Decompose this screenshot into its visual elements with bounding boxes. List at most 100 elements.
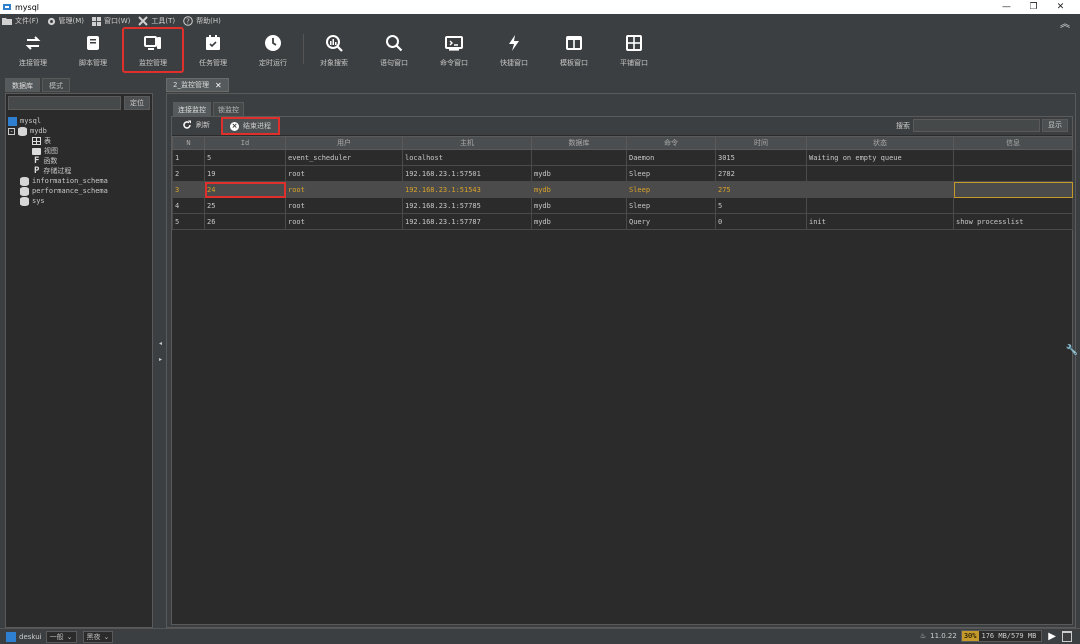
menu-help[interactable]: ? 帮助(H) — [183, 16, 221, 26]
toolbar-button-terminal[interactable]: 命令窗口 — [424, 28, 484, 72]
column-header[interactable]: 时间 — [715, 136, 807, 150]
column-header[interactable]: 命令 — [626, 136, 716, 150]
table-cell: mydb — [531, 197, 627, 214]
column-header[interactable]: 状态 — [806, 136, 954, 150]
menu-manage[interactable]: 管理(M) — [47, 16, 84, 26]
show-button[interactable]: 显示 — [1042, 119, 1068, 132]
table-cell: 192.168.23.1:51543 — [402, 181, 532, 198]
table-row[interactable]: 2 19 root 192.168.23.1:57501 mydb Sleep 2782 — [172, 165, 1073, 182]
table-cell: Sleep — [626, 197, 716, 214]
toolbar-button-template[interactable]: 模板窗口 — [544, 28, 604, 72]
toolbar-button-label: 任务管理 — [199, 59, 227, 67]
table-cell: 4 — [172, 197, 205, 214]
column-header[interactable]: Id — [204, 136, 286, 150]
tree-node-mysql[interactable]: mysql — [8, 116, 41, 126]
window-title: mysql — [15, 2, 39, 12]
search-db-icon — [325, 34, 343, 52]
toolbar-button-label: 平铺窗口 — [620, 59, 648, 67]
main-panel: 2_监控管理 ✕ 连接监控 锁监控 刷新 × 结束进程 搜索 显示 N Id 用… — [166, 78, 1076, 628]
search-input[interactable] — [913, 119, 1040, 132]
tab-database[interactable]: 数据库 — [5, 78, 40, 92]
toolbar-button-swap[interactable]: 连接管理 — [3, 28, 63, 72]
tab-schema[interactable]: 模式 — [42, 78, 70, 92]
tree-node-mydb[interactable]: - mydb — [8, 126, 47, 136]
tree-node-procedures[interactable]: P 存储过程 — [34, 166, 71, 176]
table-row[interactable]: 4 25 root 192.168.23.1:57785 mydb Sleep 5 — [172, 197, 1073, 214]
table-cell: 5 — [204, 149, 286, 166]
table-cell — [531, 149, 627, 166]
table-icon — [32, 137, 41, 145]
theme-select[interactable]: 黑夜 ⌄ — [82, 630, 114, 643]
column-header[interactable]: 数据库 — [531, 136, 627, 150]
play-icon[interactable]: ▶ — [1048, 631, 1056, 642]
minimize-button[interactable]: — — [993, 0, 1020, 14]
table-cell: 24 — [204, 181, 286, 198]
table-cell: 2 — [172, 165, 205, 182]
collapse-toggle-icon[interactable]: - — [8, 127, 15, 135]
table-cell — [953, 181, 1073, 198]
java-icon: ♨ — [919, 632, 927, 640]
app-icon — [3, 4, 11, 10]
refresh-icon — [183, 120, 191, 129]
tree-node-sys[interactable]: sys — [20, 196, 45, 206]
left-panel: 数据库 模式 定位 mysql - mydb 表 视图 F 函数 P 存储过程 … — [5, 78, 153, 628]
close-button[interactable]: ✕ — [1047, 0, 1074, 14]
table-row[interactable]: 1 5 event_scheduler localhost Daemon 3015 Wait… — [172, 149, 1073, 166]
chevron-down-icon: ⌄ — [103, 632, 110, 641]
toolbar-button-calendar[interactable]: 任务管理 — [183, 28, 243, 72]
table-cell: event_scheduler — [285, 149, 403, 166]
table-cell: show processlist — [953, 213, 1073, 230]
menu-tools[interactable]: 工具(T) — [138, 16, 175, 26]
column-header[interactable]: 用户 — [285, 136, 403, 150]
table-cell: root — [285, 197, 403, 214]
table-cell: Sleep — [626, 165, 716, 182]
tree-node-views[interactable]: 视图 — [32, 146, 58, 156]
panel-splitter[interactable]: ◂ ▸ — [157, 78, 165, 628]
tree-node-tables[interactable]: 表 — [32, 136, 51, 146]
column-header[interactable]: N — [172, 136, 205, 150]
table-cell — [953, 149, 1073, 166]
database-icon — [20, 196, 29, 206]
toolbar-button-monitor[interactable]: 监控管理 — [122, 27, 184, 73]
toolbar-button-bolt[interactable]: 快捷窗口 — [484, 28, 544, 72]
column-header[interactable]: 主机 — [402, 136, 532, 150]
table-cell: init — [806, 213, 954, 230]
grid-icon — [625, 34, 643, 52]
bolt-icon — [505, 34, 523, 52]
tab-monitor-manage[interactable]: 2_监控管理 ✕ — [166, 78, 229, 92]
user-indicator: deskui — [6, 631, 42, 642]
table-cell: 192.168.23.1:57501 — [402, 165, 532, 182]
table-cell: 26 — [204, 213, 286, 230]
menu-window[interactable]: 窗口(W) — [92, 16, 130, 26]
toolbar-button-label: 连接管理 — [19, 59, 47, 67]
column-header[interactable]: 信息 — [953, 136, 1073, 150]
wrench-icon[interactable]: 🔧 — [1066, 345, 1078, 356]
table-row[interactable]: 5 26 root 192.168.23.1:57787 mydb Query 0 init s… — [172, 213, 1073, 230]
tree-node-performance-schema[interactable]: performance_schema — [20, 186, 108, 196]
table-cell: root — [285, 165, 403, 182]
tree-node-information-schema[interactable]: information_schema — [20, 176, 108, 186]
close-tab-icon[interactable]: ✕ — [215, 81, 222, 90]
restore-button[interactable]: ❐ — [1020, 0, 1047, 14]
template-icon — [565, 34, 583, 52]
expand-left-icon[interactable]: ▸ — [159, 356, 162, 363]
toolbar-button-search[interactable]: 语句窗口 — [364, 28, 424, 72]
table-row[interactable]: 3 24 root 192.168.23.1:51543 mydb Sleep 275 — [172, 181, 1073, 198]
database-icon — [20, 186, 29, 196]
trash-icon[interactable] — [1062, 630, 1072, 642]
folder-icon — [2, 18, 12, 25]
toolbar-button-clock[interactable]: 定时运行 — [243, 28, 303, 72]
toolbar-button-grid[interactable]: 平铺窗口 — [604, 28, 664, 72]
kill-process-button[interactable]: × 结束进程 — [221, 117, 280, 135]
locate-input[interactable] — [8, 96, 121, 110]
mode-select[interactable]: 一般 ⌄ — [45, 630, 77, 643]
tree-node-functions[interactable]: F 函数 — [34, 156, 57, 166]
collapse-left-icon[interactable]: ◂ — [159, 340, 162, 347]
toolbar-button-book[interactable]: 脚本管理 — [63, 28, 123, 72]
table-cell — [806, 181, 954, 198]
toolbar-button-search-db[interactable]: 对象搜索 — [304, 28, 364, 72]
refresh-button[interactable]: 刷新 — [182, 120, 210, 130]
procedure-icon: P — [34, 166, 40, 176]
menu-file[interactable]: 文件(F) — [2, 16, 39, 26]
locate-button[interactable]: 定位 — [124, 96, 150, 110]
